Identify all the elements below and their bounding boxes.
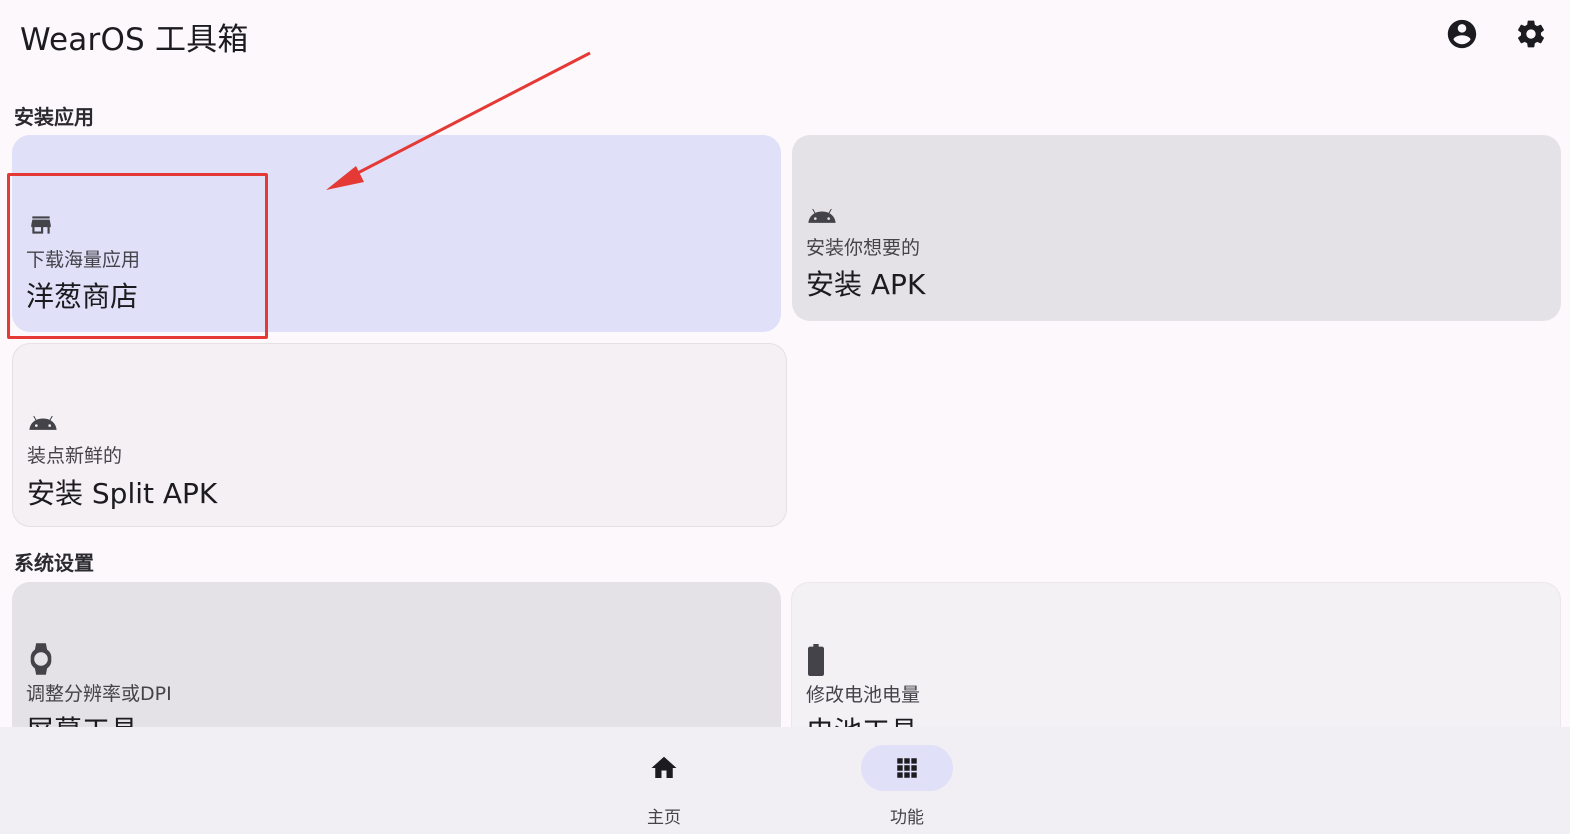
card-subtitle: 修改电池电量 [806,684,921,706]
app-window: WearOS 工具箱 安装应用 下载海量应用 洋葱商店 安装你想要的 安装 AP… [0,0,1570,834]
card-onion-store[interactable]: 下载海量应用 洋葱商店 [12,135,781,332]
nav-label: 功能 [890,808,924,828]
battery-icon [806,643,838,677]
app-title: WearOS 工具箱 [20,22,249,58]
home-icon [651,756,677,778]
card-subtitle: 安装你想要的 [806,237,921,259]
card-subtitle: 装点新鲜的 [27,445,123,467]
nav-indicator-selected [861,745,953,791]
card-subtitle: 调整分辨率或DPI [26,683,172,705]
card-subtitle: 下载海量应用 [26,249,141,271]
settings-button[interactable] [1511,14,1551,54]
card-install-apk[interactable]: 安装你想要的 安装 APK [792,135,1561,321]
card-title: 安装 APK [806,268,926,301]
bottom-navigation-bar: 主页 功能 [0,727,1570,834]
card-title: 安装 Split APK [27,477,218,510]
nav-label: 主页 [647,808,681,828]
watch-icon [26,642,58,676]
account-circle-icon [1447,19,1477,49]
android-icon [806,203,838,231]
card-install-split-apk[interactable]: 装点新鲜的 安装 Split APK [12,343,787,527]
apps-grid-icon [897,758,917,778]
nav-item-features[interactable]: 功能 [847,727,967,834]
nav-indicator [618,745,710,791]
gear-icon [1518,20,1544,48]
android-icon [27,410,59,438]
account-button[interactable] [1442,14,1482,54]
top-app-bar: WearOS 工具箱 [0,0,1570,72]
section-header-install: 安装应用 [14,105,94,129]
card-title: 洋葱商店 [26,280,139,313]
store-icon [26,211,58,239]
nav-item-home[interactable]: 主页 [604,727,724,834]
section-header-system: 系统设置 [14,551,94,575]
